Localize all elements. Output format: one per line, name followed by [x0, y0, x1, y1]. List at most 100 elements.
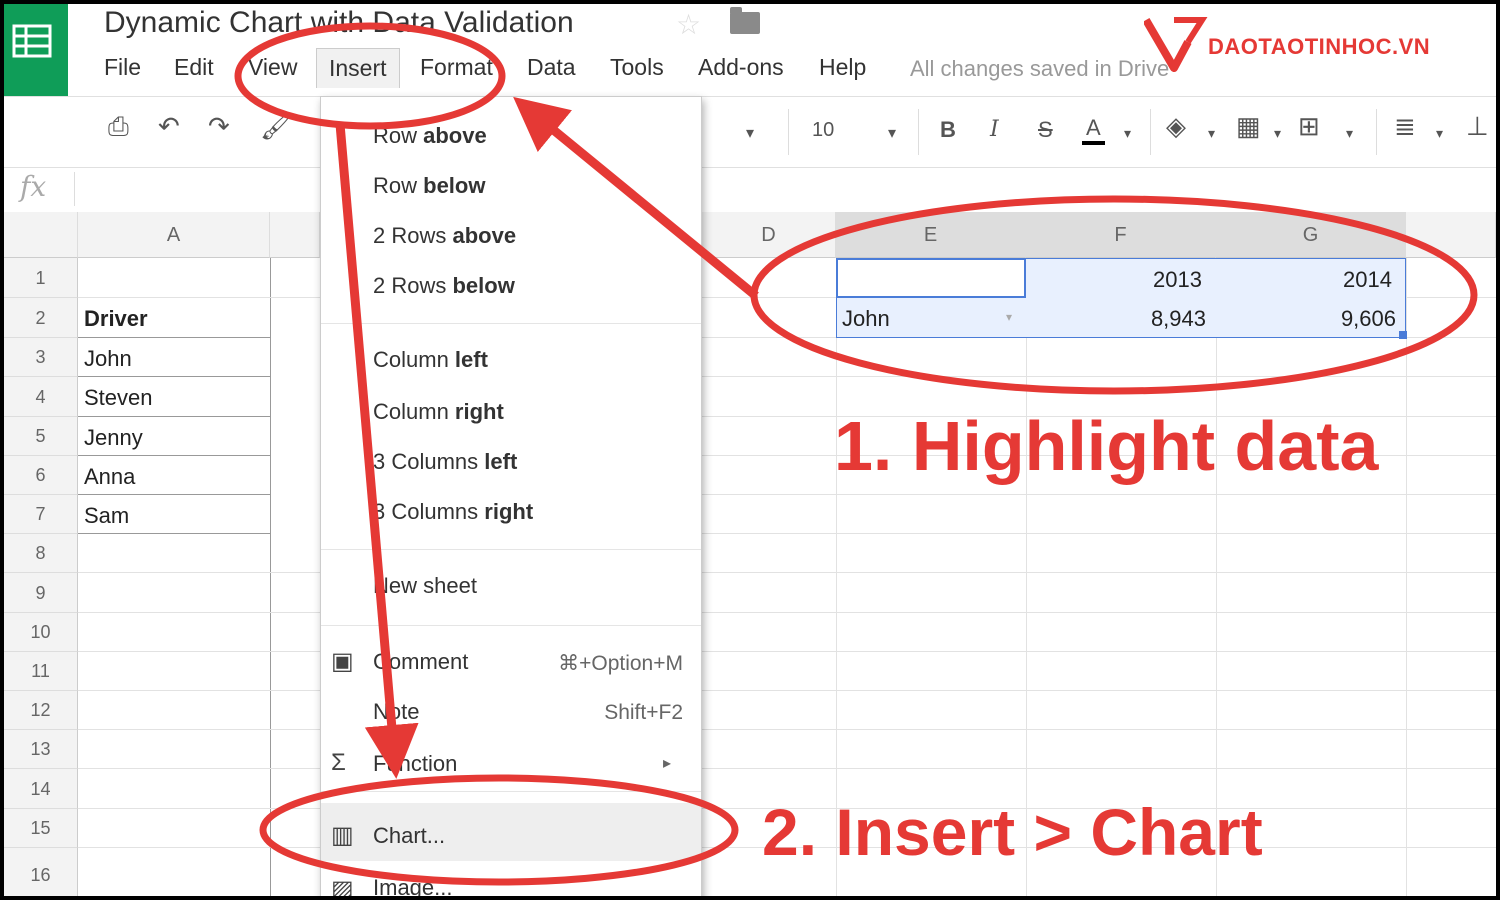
insert-menu-item-3[interactable]: 2 Rows below — [373, 273, 515, 299]
row-header-12[interactable]: 12 — [4, 691, 78, 730]
align-dropdown-icon[interactable]: ▾ — [1436, 125, 1443, 142]
fill-handle[interactable] — [1399, 331, 1407, 339]
insert-menu-item-11[interactable]: Function — [373, 751, 457, 777]
menu-file[interactable]: File — [104, 54, 141, 81]
formula-bar[interactable]: fx — [4, 166, 1496, 213]
row-header-6[interactable]: 6 — [4, 456, 78, 495]
column-header-g[interactable]: G — [1216, 212, 1406, 258]
row-header-9[interactable]: 9 — [4, 573, 78, 613]
row-header-3[interactable]: 3 — [4, 338, 78, 377]
insert-menu-item-label: Row — [373, 173, 424, 198]
insert-menu-item-10[interactable]: Note — [373, 699, 419, 725]
cell-a2[interactable]: Driver — [84, 306, 148, 332]
cell-a6[interactable]: Anna — [84, 464, 135, 490]
font-size-dropdown-icon[interactable]: ▾ — [888, 123, 896, 143]
insert-menu-item-7[interactable]: 3 Columns right — [373, 499, 533, 525]
cell-f1[interactable]: 2013 — [1026, 267, 1202, 293]
insert-menu-item-label: Comment — [373, 649, 469, 674]
text-color-dropdown-icon[interactable]: ▾ — [1124, 125, 1131, 142]
row-header-11[interactable]: 11 — [4, 652, 78, 691]
insert-menu-item-0[interactable]: Row above — [373, 123, 487, 149]
validation-dropdown-icon[interactable]: ▾ — [1006, 310, 1012, 324]
insert-menu-item-label: Row — [373, 123, 424, 148]
row-header-8[interactable]: 8 — [4, 534, 78, 573]
font-dropdown-icon[interactable]: ▾ — [746, 123, 754, 143]
menu-insert[interactable]: Insert — [316, 48, 400, 88]
align-left-icon[interactable]: ≣ — [1394, 111, 1416, 142]
cell-g1[interactable]: 2014 — [1216, 267, 1392, 293]
insert-menu-item-label: Note — [373, 699, 420, 724]
column-header-f[interactable]: F — [1026, 212, 1216, 258]
italic-button[interactable]: I — [990, 117, 999, 142]
menu-addons[interactable]: Add-ons — [698, 54, 784, 81]
row-header-16[interactable]: 16 — [4, 848, 78, 896]
menu-help[interactable]: Help — [819, 54, 866, 81]
cell-a7[interactable]: Sam — [84, 503, 129, 529]
menu-data[interactable]: Data — [527, 54, 576, 81]
row-header-14[interactable]: 14 — [4, 769, 78, 809]
insert-menu-item-8[interactable]: New sheet — [373, 573, 477, 599]
fill-color-icon[interactable]: ◈ — [1166, 111, 1186, 142]
column-header-b[interactable] — [270, 212, 320, 258]
row-header-2[interactable]: 2 — [4, 298, 78, 338]
borders-dropdown-icon[interactable]: ▾ — [1274, 125, 1281, 142]
menu-format[interactable]: Format — [420, 54, 493, 81]
insert-menu-item-13[interactable]: Image... — [373, 875, 452, 896]
fx-icon: fx — [20, 170, 47, 203]
insert-menu-item-6[interactable]: 3 Columns left — [373, 449, 517, 475]
paint-format-icon[interactable]: 🖌 — [260, 111, 293, 142]
star-icon[interactable]: ☆ — [676, 8, 701, 41]
font-size-value[interactable]: 10 — [812, 119, 834, 142]
cell-f2[interactable]: 8,943 — [1026, 306, 1206, 332]
menu-tools[interactable]: Tools — [610, 54, 664, 81]
insert-menu-item-label: Column — [373, 347, 455, 372]
cell-a5[interactable]: Jenny — [84, 425, 143, 451]
row-header-13[interactable]: 13 — [4, 730, 78, 769]
menu-view[interactable]: View — [248, 54, 297, 81]
row-header-15[interactable]: 15 — [4, 809, 78, 848]
vertical-align-icon[interactable]: ⊥ — [1466, 111, 1489, 142]
fill-dropdown-icon[interactable]: ▾ — [1208, 125, 1215, 142]
redo-icon[interactable]: ↷ — [208, 111, 230, 142]
folder-icon[interactable] — [730, 7, 760, 34]
insert-menu-item-12[interactable]: Chart... — [373, 823, 445, 849]
sheets-logo[interactable] — [4, 4, 68, 96]
column-header-d[interactable]: D — [702, 212, 836, 258]
merge-cells-icon[interactable]: ⊞ — [1298, 111, 1320, 142]
bold-button[interactable]: B — [940, 117, 956, 143]
column-header-h[interactable] — [1406, 212, 1496, 258]
insert-menu-item-label: Function — [373, 751, 458, 776]
borders-icon[interactable]: ▦ — [1236, 111, 1261, 142]
print-icon[interactable]: ⎙ — [108, 111, 129, 143]
insert-menu-item-4[interactable]: Column left — [373, 347, 488, 373]
merge-dropdown-icon[interactable]: ▾ — [1346, 125, 1353, 142]
row-header-1[interactable]: 1 — [4, 258, 78, 298]
document-title[interactable]: Dynamic Chart with Data Validation — [104, 6, 574, 40]
sheets-window: Dynamic Chart with Data Validation ☆ Fil… — [4, 4, 1496, 896]
insert-menu-item-label: Chart... — [373, 823, 446, 848]
strikethrough-button[interactable]: S — [1038, 117, 1053, 143]
insert-menu-item-2[interactable]: 2 Rows above — [373, 223, 516, 249]
column-header-a[interactable]: A — [78, 212, 270, 258]
cell-a3[interactable]: John — [84, 346, 132, 372]
column-header-e[interactable]: E — [836, 212, 1026, 258]
menu-edit[interactable]: Edit — [174, 54, 214, 81]
insert-menu-item-9[interactable]: Comment — [373, 649, 468, 675]
text-color-button[interactable]: A — [1082, 115, 1105, 145]
cell-a4[interactable]: Steven — [84, 385, 153, 411]
insert-menu-item-5[interactable]: Column right — [373, 399, 504, 425]
undo-icon[interactable]: ↶ — [158, 111, 180, 142]
insert-menu-item-1[interactable]: Row below — [373, 173, 485, 199]
select-all-corner[interactable] — [4, 212, 78, 258]
insert-menu-item-label: 3 Columns — [373, 499, 485, 524]
cell-e2[interactable]: John — [842, 306, 890, 332]
cell-g2[interactable]: 9,606 — [1216, 306, 1396, 332]
row-header-4[interactable]: 4 — [4, 377, 78, 417]
chart-icon: ▥ — [331, 822, 354, 849]
toolbar: ⎙ ↶ ↷ 🖌 ▾ 10 ▾ B I S A ▾ ◈ ▾ ▦ ▾ ⊞ ▾ ≣ ▾… — [4, 96, 1496, 168]
row-header-5[interactable]: 5 — [4, 417, 78, 456]
spreadsheet-grid[interactable]: A D E F G 1 2 3 4 5 6 7 8 9 10 11 12 13 14 15 16 Driver… — [4, 212, 1496, 896]
row-header-10[interactable]: 10 — [4, 613, 78, 652]
row-header-7[interactable]: 7 — [4, 495, 78, 534]
active-cell-e1[interactable] — [836, 258, 1026, 298]
